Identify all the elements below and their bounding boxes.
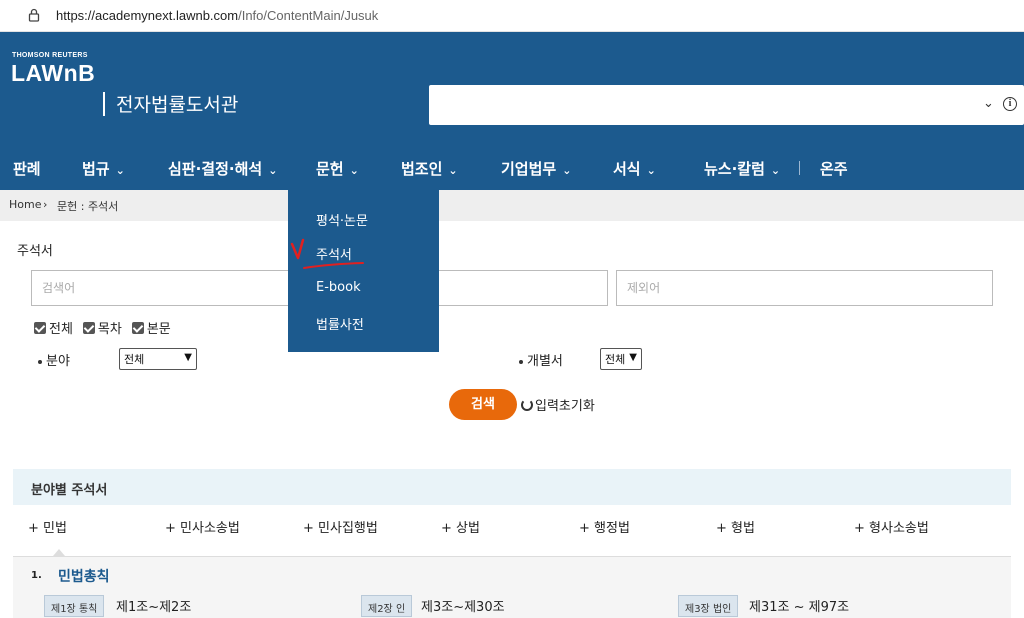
nav-label: 판례 bbox=[13, 160, 41, 178]
chevron-down-icon: ⌄ bbox=[646, 164, 656, 177]
nav-item-5[interactable]: 기업법무 ⌄ bbox=[501, 158, 571, 179]
individual-label-text: 개별서 bbox=[527, 354, 563, 369]
chevron-down-icon: ⌄ bbox=[448, 164, 458, 177]
chevron-down-icon: ⌄ bbox=[770, 164, 781, 177]
individual-label: 개별서 bbox=[519, 350, 563, 369]
nav-label: 법조인 bbox=[401, 160, 443, 178]
info-icon[interactable]: i bbox=[1003, 97, 1017, 111]
nav-label: 법규 bbox=[82, 160, 110, 178]
individual-select[interactable]: 전체 ▼ bbox=[600, 348, 642, 370]
checkbox-checked-icon[interactable] bbox=[82, 321, 95, 334]
url-path: /Info/ContentMain/Jusuk bbox=[238, 8, 379, 23]
category-header: 분야별 주석서 bbox=[13, 469, 1011, 505]
nav-item-3[interactable]: 문헌 ⌄ bbox=[316, 158, 359, 179]
category-tab-4[interactable]: + 행정법 bbox=[579, 517, 630, 536]
dropdown-item-0[interactable]: 평석·논문 bbox=[316, 210, 368, 229]
nav-label: 심판·결정·해석 bbox=[168, 160, 263, 178]
url-host: https://academynext.lawnb.com bbox=[56, 8, 239, 23]
section-number: 1. bbox=[31, 570, 42, 581]
reset-button[interactable]: 입력초기화 bbox=[521, 395, 595, 414]
category-tab-6[interactable]: + 형사소송법 bbox=[854, 517, 929, 536]
category-tab-1[interactable]: + 민사소송법 bbox=[165, 517, 240, 536]
bullet-icon bbox=[519, 359, 523, 364]
chapter-tag-1: 제2장 인 bbox=[361, 595, 413, 617]
chevron-down-icon: ⌄ bbox=[115, 164, 125, 177]
category-tab-3[interactable]: + 상법 bbox=[441, 517, 480, 536]
nav-label: 서식 bbox=[613, 160, 641, 178]
nav-item-7[interactable]: 뉴스·칼럼 ⌄ bbox=[704, 158, 780, 179]
nav-label: 뉴스·칼럼 bbox=[704, 160, 765, 178]
field-select[interactable]: 전체 ▼ bbox=[119, 348, 197, 370]
chapter-tag-0: 제1장 통칙 bbox=[44, 595, 105, 617]
reset-label: 입력초기화 bbox=[535, 399, 595, 414]
breadcrumb-path: 문헌 : 주석서 bbox=[57, 200, 119, 213]
category-title: 분야별 주석서 bbox=[31, 483, 108, 498]
dropdown-item-2[interactable]: E-book bbox=[316, 280, 361, 295]
chapter-range-0[interactable]: 제1조~제2조 bbox=[116, 596, 191, 615]
chevron-right-icon: › bbox=[43, 198, 48, 211]
address-bar[interactable]: https://academynext.lawnb.com/Info/Conte… bbox=[0, 0, 1024, 32]
nav-label: 문헌 bbox=[316, 160, 344, 178]
nav-item-2[interactable]: 심판·결정·해석 ⌄ bbox=[168, 158, 277, 179]
check-mark-icon bbox=[290, 238, 364, 269]
logo-divider bbox=[103, 92, 105, 116]
check-all[interactable]: 전체 bbox=[34, 318, 73, 337]
category-tab-5[interactable]: + 형법 bbox=[716, 517, 755, 536]
chevron-down-icon: ⌄ bbox=[562, 164, 572, 177]
nav-item-1[interactable]: 법규 ⌄ bbox=[82, 158, 125, 179]
category-tab-0[interactable]: + 민법 bbox=[28, 517, 67, 536]
check-label: 전체 bbox=[49, 322, 73, 337]
nav-item-6[interactable]: 서식 ⌄ bbox=[613, 158, 656, 179]
breadcrumb-home[interactable]: Home bbox=[9, 198, 41, 211]
nav-item-4[interactable]: 법조인 ⌄ bbox=[401, 158, 458, 179]
nav-label: 온주 bbox=[820, 160, 848, 178]
scope-checkboxes: 전체 목차 본문 bbox=[34, 318, 175, 337]
category-tab-2[interactable]: + 민사집행법 bbox=[303, 517, 378, 536]
site-subtitle: 전자법률도서관 bbox=[116, 94, 239, 116]
nav-divider bbox=[799, 161, 800, 175]
tab-pointer-icon bbox=[53, 549, 65, 556]
chevron-down-icon[interactable]: ⌄ bbox=[983, 96, 994, 111]
check-toc[interactable]: 목차 bbox=[82, 318, 122, 337]
lock-icon bbox=[28, 8, 40, 22]
nav-item-0[interactable]: 판례 bbox=[13, 158, 41, 179]
chevron-down-icon: ⌄ bbox=[268, 164, 278, 177]
literature-dropdown: 평석·논문 주석서 E-book 법률사전 bbox=[288, 190, 439, 352]
section-title[interactable]: 민법총칙 bbox=[58, 566, 110, 586]
chevron-down-icon: ⌄ bbox=[349, 164, 359, 177]
chapter-tag-2: 제3장 법인 bbox=[678, 595, 739, 617]
breadcrumb: Home › 문헌 : 주석서 bbox=[0, 190, 1024, 221]
nav-item-8[interactable]: 온주 bbox=[820, 158, 848, 179]
url-text: https://academynext.lawnb.com/Info/Conte… bbox=[56, 8, 378, 23]
chapter-range-1[interactable]: 제3조~제30조 bbox=[421, 596, 505, 615]
checkbox-checked-icon[interactable] bbox=[34, 321, 46, 334]
brand-small: THOMSON REUTERS bbox=[12, 52, 88, 59]
select-value: 전체 bbox=[605, 353, 626, 366]
bullet-icon bbox=[38, 359, 42, 364]
check-body[interactable]: 본문 bbox=[131, 318, 171, 337]
chevron-down-icon: ▼ bbox=[184, 352, 192, 363]
field-label: 분야 bbox=[38, 350, 70, 369]
chapter-range-2[interactable]: 제31조 ~ 제97조 bbox=[749, 596, 849, 615]
chevron-down-icon: ▼ bbox=[629, 352, 637, 363]
checkbox-checked-icon[interactable] bbox=[131, 321, 144, 334]
search-button[interactable]: 검색 bbox=[449, 389, 517, 420]
select-value: 전체 bbox=[124, 353, 145, 366]
exclude-input[interactable] bbox=[616, 270, 993, 306]
dropdown-item-3[interactable]: 법률사전 bbox=[316, 314, 364, 333]
brand-logo[interactable]: LAWnB bbox=[11, 60, 95, 87]
field-label-text: 분야 bbox=[46, 354, 70, 369]
main-nav: 판례 법규 ⌄ 심판·결정·해석 ⌄ 문헌 ⌄ 법조인 ⌄ 기업법무 ⌄ 서식 ⌄ 뉴스·칼… bbox=[0, 144, 1024, 190]
refresh-icon bbox=[521, 398, 533, 411]
nav-label: 기업법무 bbox=[501, 160, 557, 178]
global-search-input[interactable]: ⌄ i bbox=[429, 85, 1024, 125]
check-label: 본문 bbox=[146, 322, 171, 337]
check-label: 목차 bbox=[97, 322, 122, 337]
tab-divider bbox=[13, 556, 1011, 557]
page-title: 주석서 bbox=[17, 244, 53, 259]
